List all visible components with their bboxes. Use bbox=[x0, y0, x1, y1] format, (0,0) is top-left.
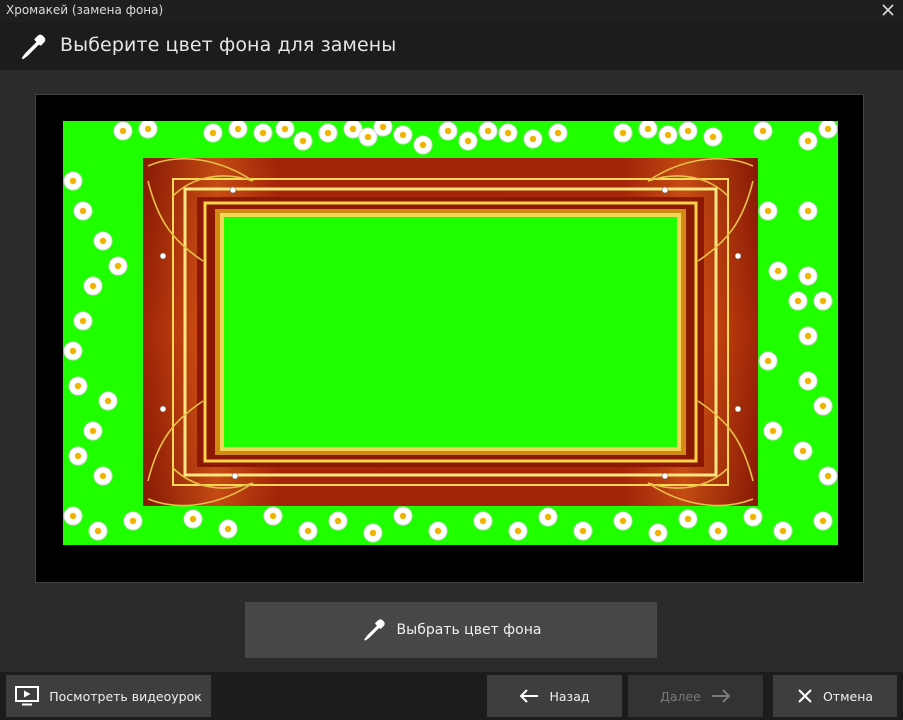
window-close-button[interactable] bbox=[879, 1, 897, 19]
close-icon bbox=[798, 689, 812, 703]
window-title: Хромакей (замена фона) bbox=[6, 3, 164, 17]
cancel-label: Отмена bbox=[822, 688, 874, 704]
preview-image[interactable] bbox=[63, 121, 838, 545]
tutorial-label: Посмотреть видеоурок bbox=[49, 688, 202, 704]
arrow-left-icon bbox=[520, 689, 539, 703]
pick-background-color-button[interactable]: Выбрать цвет фона bbox=[245, 602, 657, 658]
preview-area bbox=[35, 94, 864, 583]
title-bar: Хромакей (замена фона) bbox=[0, 0, 903, 22]
chroma-frame-image bbox=[63, 121, 838, 545]
eyedropper-icon bbox=[363, 619, 385, 641]
back-label: Назад bbox=[549, 688, 590, 704]
chroma-key-window: Хромакей (замена фона) Выберите цвет фон… bbox=[0, 0, 903, 720]
watch-tutorial-button[interactable]: Посмотреть видеоурок bbox=[6, 675, 211, 717]
back-button[interactable]: Назад bbox=[487, 675, 622, 717]
cancel-button[interactable]: Отмена bbox=[773, 675, 897, 717]
page-title: Выберите цвет фона для замены bbox=[60, 34, 397, 56]
close-icon bbox=[882, 4, 894, 16]
eyedropper-icon bbox=[21, 34, 46, 60]
next-button[interactable]: Далее bbox=[628, 675, 763, 717]
header: Выберите цвет фона для замены bbox=[0, 22, 903, 70]
video-play-icon bbox=[15, 686, 40, 706]
next-label: Далее bbox=[660, 688, 701, 704]
footer-bar: Посмотреть видеоурок Назад Далее Отмена bbox=[0, 672, 903, 720]
pick-button-label: Выбрать цвет фона bbox=[396, 622, 542, 638]
arrow-right-icon bbox=[711, 689, 731, 703]
